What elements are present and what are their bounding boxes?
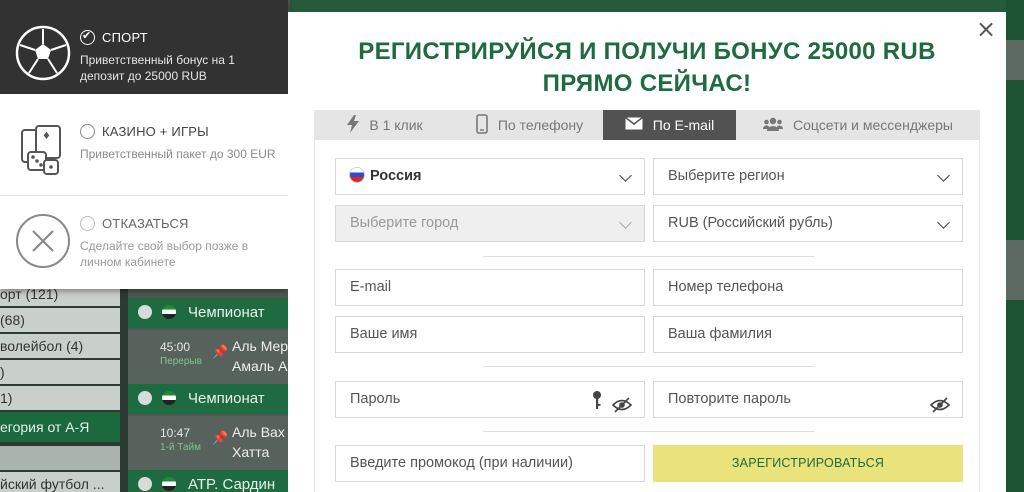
bonus-option-title: Отказаться [102,216,189,231]
headline-line: ПРЯМО СЕЙЧАС! [542,70,752,97]
background-match-row: 45:00 Перерыв 📌 Аль Мер Амаль А [128,330,290,386]
tennis-ball-icon [138,477,152,491]
country-select[interactable]: Россия [335,158,645,195]
background-championship-header: Чемпионат [128,298,290,328]
match-time: 10:47 [160,426,191,440]
modal-headline: РЕГИСТРИРУЙСЯ И ПОЛУЧИ БОНУС 25000 RUB П… [288,36,1006,100]
tab-email[interactable]: По E-mail [603,110,736,140]
background-sidebar-item: ) [0,360,120,384]
soccer-ball-icon [138,305,152,319]
headline-line: РЕГИСТРИРУЙСЯ И ПОЛУЧИ БОНУС 25000 RUB [358,38,936,65]
registration-tabs: В 1 клик По телефону По E-mail Соцсети и… [314,110,980,140]
last-name-field[interactable]: Ваша фамилия [653,316,963,353]
city-select: Выберите город [335,205,645,242]
divider [483,366,815,367]
match-time: 45:00 [160,340,191,354]
divider [483,431,815,432]
radio-unchecked-icon[interactable] [80,124,95,139]
radio-checked-icon[interactable] [80,29,95,45]
key-icon[interactable] [592,388,602,417]
registration-form: Россия Выберите регион Выберите город RU… [314,140,980,492]
soccer-ball-icon [138,391,152,405]
phone-field[interactable]: Номер телефона [653,269,963,306]
chevron-down-icon [619,216,632,229]
background-championship-header: ATP. Сардин [128,470,290,492]
match-status: Перерыв [160,356,202,367]
match-team: Аль Мер [232,338,289,354]
background-sidebar-item [0,446,120,470]
background-championship-header: Чемпионат [128,384,290,414]
tab-one-click[interactable]: В 1 клик [314,110,456,140]
radio-unchecked-icon[interactable] [80,216,95,231]
bonus-option-decline[interactable]: Отказаться Сделайте свой выбор позже в л… [0,196,288,289]
tab-phone[interactable]: По телефону [456,110,603,140]
match-team: Аль Вах [232,424,285,440]
background-sidebar-item: волейбол (4) [0,334,120,358]
register-button[interactable]: Зарегистрироваться [653,445,963,482]
match-status: 1-й Тайм [160,442,201,453]
bonus-option-casino[interactable]: ♦ Казино + игры Приветственный пакет до … [0,104,288,196]
casino-cards-dice-icon: ♦ [21,125,61,175]
decline-x-icon [16,214,70,268]
currency-select[interactable]: RUB (Российский рубль) [653,205,963,242]
background-sidebar-category: егория от А-Я [0,412,120,442]
chevron-down-icon [937,216,950,229]
eye-slash-icon[interactable] [611,391,633,417]
bonus-picker-panel: Спорт Приветственный бонус на 1 депозит … [0,0,288,289]
background-sidebar-item: (68) [0,308,120,332]
password-field[interactable]: Пароль [335,381,645,418]
flag-icon [162,305,176,319]
people-icon [762,117,783,134]
background-match-row: 10:47 1-й Тайм 📌 Аль Вах Хатта [128,416,290,472]
pin-icon: 📌 [212,430,229,445]
eye-slash-icon[interactable] [929,391,951,417]
envelope-icon [624,116,643,133]
russia-flag-icon [350,168,364,182]
flag-icon [162,477,176,491]
bonus-option-title: Спорт [102,30,148,45]
pin-icon: 📌 [212,344,229,359]
bonus-option-title: Казино + игры [102,124,209,139]
chevron-down-icon [619,169,632,182]
background-right-edge [1006,0,1024,492]
first-name-field[interactable]: Ваше имя [335,316,645,353]
bonus-option-description: Сделайте свой выбор позже в личном кабин… [80,239,249,269]
chevron-down-icon [937,169,950,182]
match-team: Хатта [232,444,270,460]
promo-code-field[interactable]: Введите промокод (при наличии) [335,445,645,482]
bonus-option-description: Приветственный бонус на 1 депозит до 250… [80,53,235,83]
background-top-bar [290,0,1006,12]
registration-modal: × РЕГИСТРИРУЙСЯ И ПОЛУЧИ БОНУС 25000 RUB… [288,12,1006,492]
flag-icon [162,391,176,405]
region-select[interactable]: Выберите регион [653,158,963,195]
background-sidebar-item: йский футбол ... [0,472,120,492]
bonus-option-description: Приветственный пакет до 300 EUR [80,147,276,161]
repeat-password-field[interactable]: Повторите пароль [653,381,963,418]
lightning-icon [347,114,360,136]
bonus-option-sport[interactable]: Спорт Приветственный бонус на 1 депозит … [0,0,288,94]
divider [483,256,815,257]
soccer-ball-icon [15,25,71,81]
background-sidebar-item: 1) [0,386,120,410]
phone-icon [476,113,488,137]
email-field[interactable]: E-mail [335,269,645,306]
tab-social[interactable]: Соцсети и мессенджеры [736,110,980,140]
match-team: Амаль А [232,358,288,374]
svg-text:♦: ♦ [42,131,51,142]
